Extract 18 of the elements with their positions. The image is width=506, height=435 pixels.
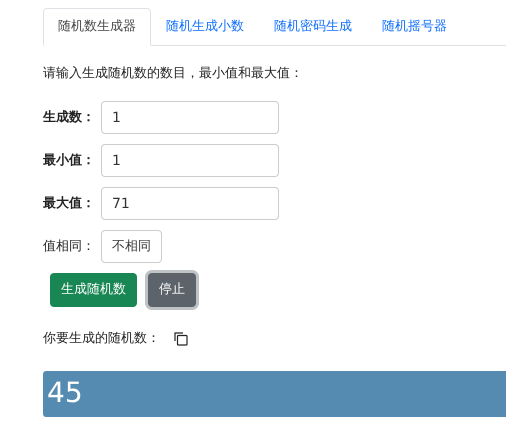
field-label: 生成数： [43, 108, 96, 127]
field-label: 最小值： [43, 152, 96, 170]
tab[interactable]: 随机密码生成 [259, 8, 367, 46]
generate-button[interactable]: 生成随机数 [50, 273, 137, 307]
input-field[interactable]: 1 [101, 144, 279, 177]
tab[interactable]: 随机数生成器 [43, 8, 151, 46]
result-display: 45 [43, 370, 506, 416]
input-field[interactable]: 1 [101, 101, 279, 134]
tab[interactable]: 随机生成小数 [151, 8, 259, 46]
instruction-text: 请输入生成随机数的数目，最小值和最大值： [43, 64, 304, 82]
field-label: 最大值： [43, 194, 96, 213]
toggle-button[interactable]: 不相同 [101, 230, 162, 263]
field-label: 值相同： [43, 238, 96, 256]
tab[interactable]: 随机摇号器 [367, 8, 462, 46]
stop-button[interactable]: 停止 [148, 273, 196, 307]
input-field[interactable]: 71 [101, 187, 279, 220]
copy-icon[interactable] [174, 332, 188, 346]
result-label: 你要生成的随机数： [43, 330, 160, 348]
